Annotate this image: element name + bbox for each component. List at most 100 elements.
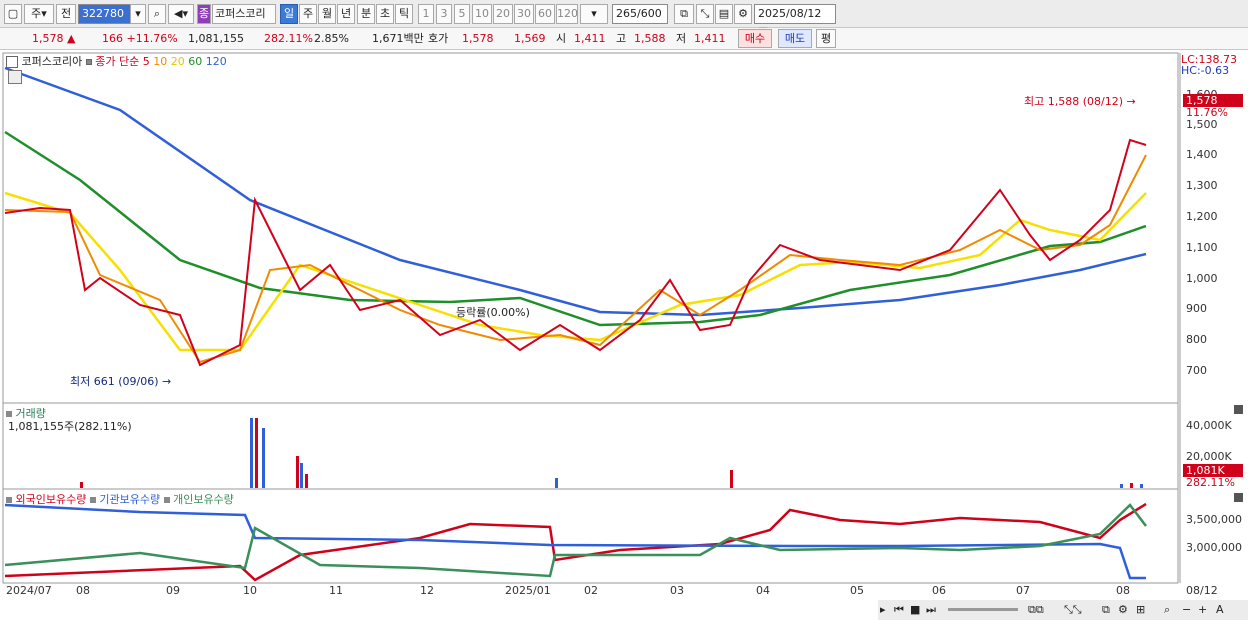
bid-value: 1,569	[514, 32, 546, 45]
date-field[interactable]: 2025/08/12 ▦	[754, 4, 836, 38]
scroll-right-icon[interactable]: ▸	[880, 603, 886, 616]
maximize-icon[interactable]	[1234, 405, 1243, 414]
y-tick-1300: 1,300	[1186, 179, 1218, 192]
candle-icon[interactable]: ⧉	[674, 4, 694, 24]
tab-tick[interactable]: 틱	[395, 4, 413, 24]
date-value: 2025/08/12	[758, 7, 822, 20]
tab-month[interactable]: 월	[318, 4, 336, 24]
zoom-slider[interactable]	[948, 608, 1018, 611]
search-zoom-icon[interactable]: ⌕	[1164, 603, 1170, 617]
volume-value: 1,081,155	[188, 32, 244, 45]
copy-icon[interactable]: ⧉	[1102, 603, 1110, 617]
settings-icon[interactable]: ⚙	[1118, 603, 1128, 616]
minute-1-button[interactable]: 1	[418, 4, 434, 24]
prev-button[interactable]: 전	[56, 4, 76, 24]
zoom-in-icon[interactable]: +	[1198, 603, 1207, 616]
y-tick-1400: 1,400	[1186, 148, 1218, 161]
holdings-legend: 외국인보유수량 기관보유수량 개인보유수량	[6, 491, 234, 507]
ma-title: 종가 단순	[95, 55, 140, 68]
minute-10-button[interactable]: 10	[472, 4, 492, 24]
change-pct: +11.76%	[126, 32, 178, 45]
low-note-text: 최저 661 (09/06)	[70, 375, 159, 388]
bullet-icon	[89, 497, 96, 503]
amount-value: 1,671백만	[372, 32, 424, 45]
market-select[interactable]: 주▾	[24, 4, 54, 24]
window-icon[interactable]: ▢	[4, 4, 22, 24]
minute-20-button[interactable]: 20	[493, 4, 513, 24]
layout-icon[interactable]: ⧉⧉	[1028, 603, 1044, 617]
volume-bar	[1130, 483, 1133, 488]
foreign-holdings-line	[4, 502, 1147, 582]
ma120-label: 120	[205, 55, 227, 68]
scroll-toolbar: ▸ ⏮ ■ ⏭ ⧉⧉ ⤡⤡ ⧉ ⚙ ⊞ ⌕ − + A	[878, 600, 1248, 620]
panel-menu-icon[interactable]	[6, 56, 18, 68]
volume-bar	[1140, 484, 1143, 488]
scroll-last-icon[interactable]: ⏭	[926, 603, 936, 617]
volume-bar	[262, 428, 265, 488]
scroll-first-icon[interactable]: ⏮	[894, 603, 904, 617]
x-tick-06: 06	[932, 584, 946, 597]
x-tick-08: 08	[76, 584, 90, 597]
sell-button[interactable]: 매도	[778, 29, 812, 48]
minute-30-button[interactable]: 30	[514, 4, 534, 24]
volume-bar	[555, 478, 558, 488]
volume-value-label: 1,081,155주(282.11%)	[8, 420, 132, 433]
minute-5-button[interactable]: 5	[454, 4, 470, 24]
minute-120-button[interactable]: 120	[556, 4, 578, 24]
volume-bar	[255, 418, 258, 488]
flat-button[interactable]: 평	[816, 29, 836, 48]
volume-ratio: 282.11%	[264, 32, 313, 45]
stop-icon[interactable]: ■	[910, 603, 920, 616]
volume-bar	[1120, 484, 1123, 488]
ma20-label: 20	[170, 55, 185, 68]
volume-panel-border	[2, 402, 1179, 490]
calendar-icon[interactable]	[8, 70, 22, 84]
volume-bar	[296, 456, 299, 488]
low-note: 최저 661 (09/06) →	[70, 375, 172, 388]
font-icon[interactable]: A	[1216, 603, 1224, 616]
y-tick-1500: 1,500	[1186, 118, 1218, 131]
code-dropdown-icon[interactable]: ▾	[130, 4, 146, 24]
tab-year[interactable]: 년	[337, 4, 355, 24]
x-tick-08-12: 08/12	[1186, 584, 1218, 597]
count-max: 600	[640, 7, 662, 20]
count-field[interactable]: 265/600	[612, 4, 668, 24]
gear-icon[interactable]: ⚙	[734, 4, 752, 24]
tab-day[interactable]: 일	[280, 4, 298, 24]
x-tick-09: 09	[166, 584, 180, 597]
high-note-text: 최고 1,588 (08/12)	[1024, 95, 1124, 108]
bullet-icon	[6, 411, 12, 417]
minute-60-button[interactable]: 60	[535, 4, 555, 24]
x-tick-2024-07: 2024/07	[6, 584, 52, 597]
x-tick-08b: 08	[1116, 584, 1130, 597]
speaker-icon[interactable]: ◀▾	[168, 4, 194, 24]
y-tick-1000: 1,000	[1186, 272, 1218, 285]
buy-button[interactable]: 매수	[738, 29, 772, 48]
change-value: 166 +11.76%	[102, 31, 178, 47]
x-tick-10: 10	[243, 584, 257, 597]
save-icon[interactable]: ▤	[715, 4, 733, 24]
search-icon[interactable]: ⌕	[148, 4, 166, 24]
interval-dropdown[interactable]: ▾	[580, 4, 608, 24]
indicator-icon[interactable]: ⊞	[1136, 603, 1145, 616]
tab-minute[interactable]: 분	[357, 4, 375, 24]
low-label: 저	[676, 32, 687, 45]
volume-bar	[305, 474, 308, 488]
price-text: 1,578	[32, 32, 64, 45]
draw-icon[interactable]: ⤡	[696, 4, 714, 24]
volume-bar	[300, 463, 303, 488]
hoga-label: 호가	[428, 32, 449, 45]
tab-week[interactable]: 주	[299, 4, 317, 24]
ma120-line	[4, 66, 1147, 317]
minute-3-button[interactable]: 3	[436, 4, 452, 24]
tab-second[interactable]: 초	[376, 4, 394, 24]
main-toolbar: ▢ 주▾ 전 322780 ▾ ⌕ ◀▾ 종 코퍼스코리 일 주 월 년 분 초…	[0, 0, 1248, 38]
zoom-out-icon[interactable]: −	[1182, 603, 1191, 616]
hc-label: HC:-0.63	[1181, 64, 1230, 77]
draw-tools-icon[interactable]: ⤡⤡	[1064, 603, 1082, 617]
x-tick-07: 07	[1016, 584, 1030, 597]
chart-canvas[interactable]	[0, 50, 1248, 621]
maximize-icon[interactable]	[1234, 493, 1243, 502]
y-tick-700: 700	[1186, 364, 1207, 377]
change-text: 166	[102, 32, 123, 45]
